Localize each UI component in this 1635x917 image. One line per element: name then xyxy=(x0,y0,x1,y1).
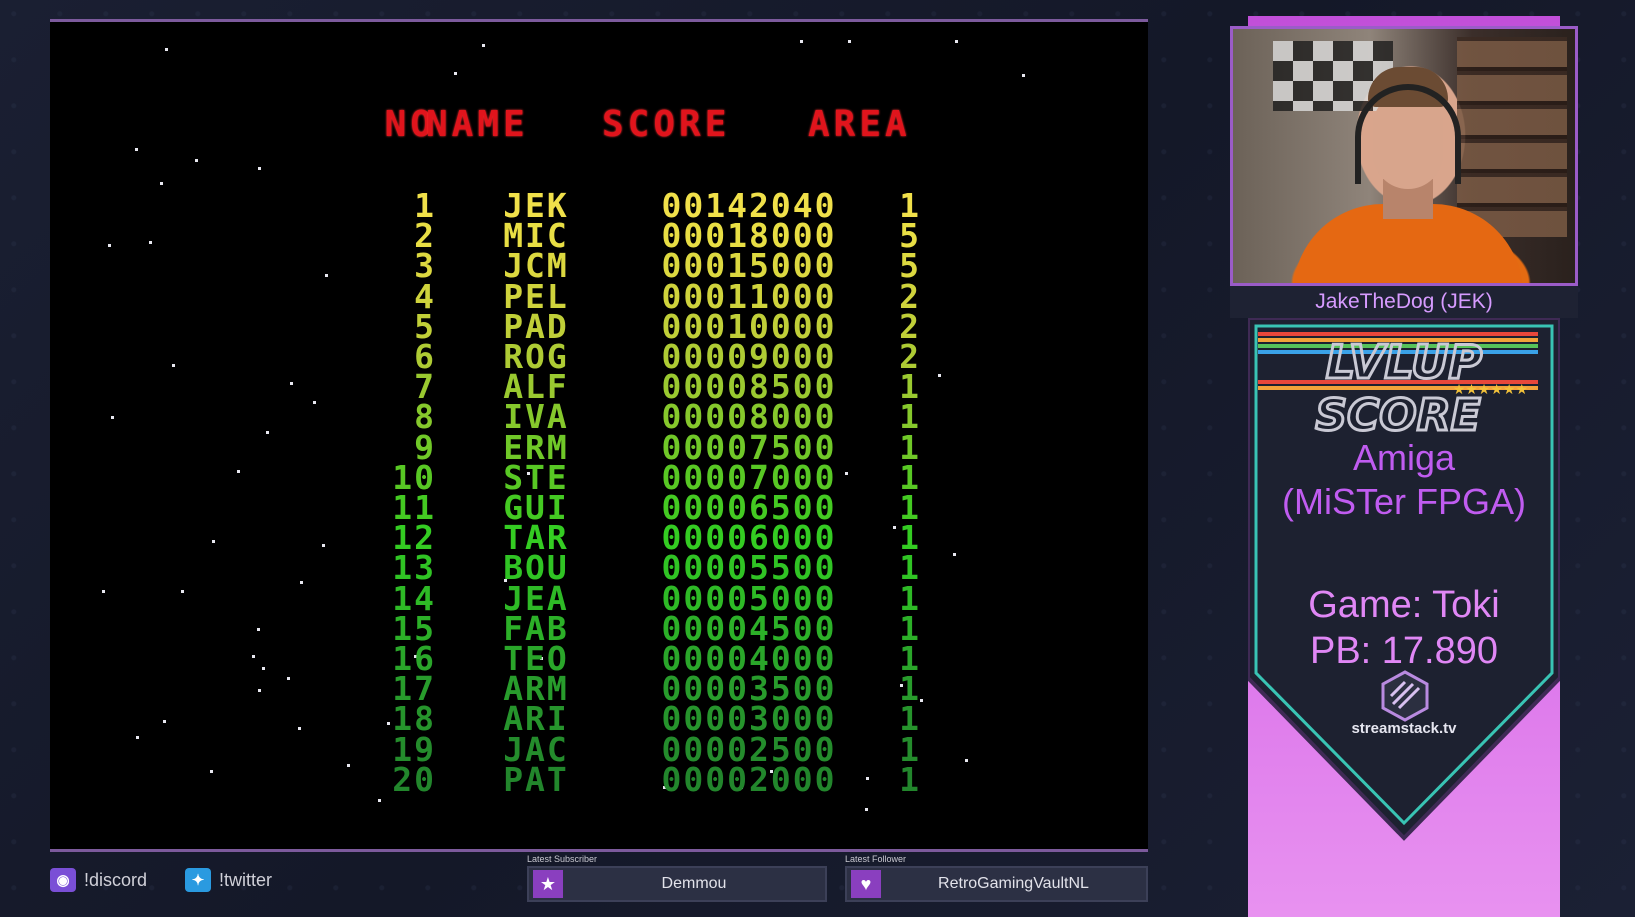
table-row: 20 PAT 00002000 1 xyxy=(50,759,1148,799)
table-row: 12 TAR 00006000 1 xyxy=(50,521,1148,554)
sidebar-panel: JakeTheDog (JEK) LVLUP ★★★★★★ SCORE Amig… xyxy=(1230,16,1578,917)
stream-overlay: NO NAME SCORE AREA 1 JEK 00142040 1 2 MIC 0001… xyxy=(0,0,1635,917)
streamstack-hex-icon xyxy=(1379,670,1431,722)
table-row: 16 TEO 00004000 1 xyxy=(50,642,1148,675)
latest-subscriber-box: ★ Demmou xyxy=(527,866,827,902)
latest-subscriber-label: Latest Subscriber xyxy=(527,854,598,864)
personal-best: PB: 17.890 xyxy=(1309,630,1499,672)
latest-subscriber-widget: Latest Subscriber ★ Demmou xyxy=(527,854,827,902)
webcam-feed xyxy=(1230,26,1578,286)
game-capture: NO NAME SCORE AREA 1 JEK 00142040 1 2 MIC 0001… xyxy=(50,19,1148,852)
name-cell: PAT xyxy=(503,759,569,799)
table-row: 19 JAC 00002500 1 xyxy=(50,733,1148,766)
platform-hardware: (MiSTer FPGA) xyxy=(1281,481,1526,522)
streamer-name: JakeTheDog (JEK) xyxy=(1230,286,1578,318)
platform-label: Amiga (MiSTer FPGA) xyxy=(1248,436,1560,524)
table-row: 17 ARM 00003500 1 xyxy=(50,672,1148,705)
latest-follower-label: Latest Follower xyxy=(845,854,907,864)
high-score-table: NO NAME SCORE AREA 1 JEK 00142040 1 2 MIC 0001… xyxy=(50,22,1148,849)
table-row: 7 ALF 00008500 1 xyxy=(50,370,1148,403)
discord-link[interactable]: ◉ !discord xyxy=(50,865,147,895)
latest-follower-widget: Latest Follower ♥ RetroGamingVaultNL xyxy=(845,854,1148,902)
table-row: 1 JEK 00142040 1 xyxy=(50,189,1148,222)
table-row: 5 PAD 00010000 2 xyxy=(50,310,1148,343)
logo-text-score: SCORE xyxy=(1315,390,1480,436)
sponsor-label: streamstack.tv xyxy=(1351,720,1457,737)
heart-icon: ♥ xyxy=(851,870,881,898)
twitter-icon: ✦ xyxy=(185,868,211,892)
latest-follower-name: RetroGamingVaultNL xyxy=(938,875,1089,892)
table-row: 10 STE 00007000 1 xyxy=(50,461,1148,494)
discord-icon: ◉ xyxy=(50,868,76,892)
table-row: 11 GUI 00006500 1 xyxy=(50,491,1148,524)
header-no: NO xyxy=(384,104,436,145)
header-name: NAME xyxy=(426,104,529,145)
table-row: 14 JEA 00005000 1 xyxy=(50,582,1148,615)
table-row: 18 ARI 00003000 1 xyxy=(50,702,1148,735)
twitter-link[interactable]: ✦ !twitter xyxy=(185,865,272,895)
star-icon: ★ xyxy=(533,870,563,898)
table-row: 9 ERM 00007500 1 xyxy=(50,431,1148,464)
latest-subscriber-name: Demmou xyxy=(661,875,727,892)
lvlup-score-logo: LVLUP ★★★★★★ SCORE xyxy=(1258,326,1550,436)
score-banner: LVLUP ★★★★★★ SCORE Amiga (MiSTer FPGA) G… xyxy=(1248,318,1560,858)
header-area: AREA xyxy=(808,104,911,145)
game-title: Game: Toki xyxy=(1308,584,1500,626)
latest-follower-box: ♥ RetroGamingVaultNL xyxy=(845,866,1148,902)
headset-icon xyxy=(1355,84,1461,184)
table-row: 2 MIC 00018000 5 xyxy=(50,219,1148,252)
table-row: 6 ROG 00009000 2 xyxy=(50,340,1148,373)
table-row: 4 PEL 00011000 2 xyxy=(50,280,1148,313)
webcam-shelf xyxy=(1457,37,1567,237)
table-row: 15 FAB 00004500 1 xyxy=(50,612,1148,645)
twitter-label: !twitter xyxy=(219,869,273,890)
header-score: SCORE xyxy=(602,104,731,145)
table-row: 3 JCM 00015000 5 xyxy=(50,249,1148,282)
discord-label: !discord xyxy=(84,869,148,890)
platform-name: Amiga xyxy=(1352,437,1456,478)
game-info: Game: Toki PB: 17.890 xyxy=(1248,582,1560,674)
score-cell: 00002000 xyxy=(661,759,837,799)
area-cell: 1 xyxy=(899,759,921,799)
table-row: 13 BOU 00005500 1 xyxy=(50,551,1148,584)
table-row: 8 IVA 00008000 1 xyxy=(50,400,1148,433)
rank-cell: 20 xyxy=(392,759,436,799)
